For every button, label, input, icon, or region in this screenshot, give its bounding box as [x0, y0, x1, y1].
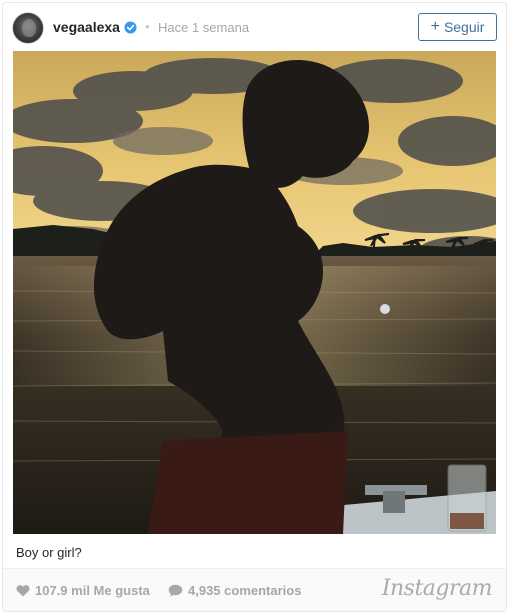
post-photo[interactable] [13, 51, 496, 534]
instagram-logo[interactable]: Instagram [382, 576, 493, 601]
verified-badge-icon [124, 21, 137, 34]
comments-count: 4,935 comentarios [188, 583, 302, 598]
follow-label: Seguir [443, 19, 485, 35]
follow-button[interactable]: + Seguir [418, 13, 497, 41]
comment-icon [168, 584, 183, 597]
plus-icon: + [430, 18, 440, 35]
separator-dot: • [145, 19, 150, 34]
avatar[interactable] [12, 12, 44, 44]
post-timestamp[interactable]: Hace 1 semana [158, 20, 249, 35]
username[interactable]: vegaalexa [53, 19, 120, 35]
photo-image [13, 51, 496, 534]
likes-link[interactable]: 107.9 mil Me gusta [16, 583, 150, 598]
post-caption: Boy or girl? [16, 545, 82, 560]
comments-link[interactable]: 4,935 comentarios [168, 583, 301, 598]
likes-count: 107.9 mil Me gusta [35, 583, 150, 598]
heart-icon [16, 585, 30, 597]
post-header: vegaalexa • Hace 1 semana + Seguir [3, 3, 506, 51]
instagram-embed-card: vegaalexa • Hace 1 semana + Seguir Boy o… [2, 2, 507, 612]
post-footer: 107.9 mil Me gusta 4,935 comentarios Ins… [3, 568, 506, 611]
